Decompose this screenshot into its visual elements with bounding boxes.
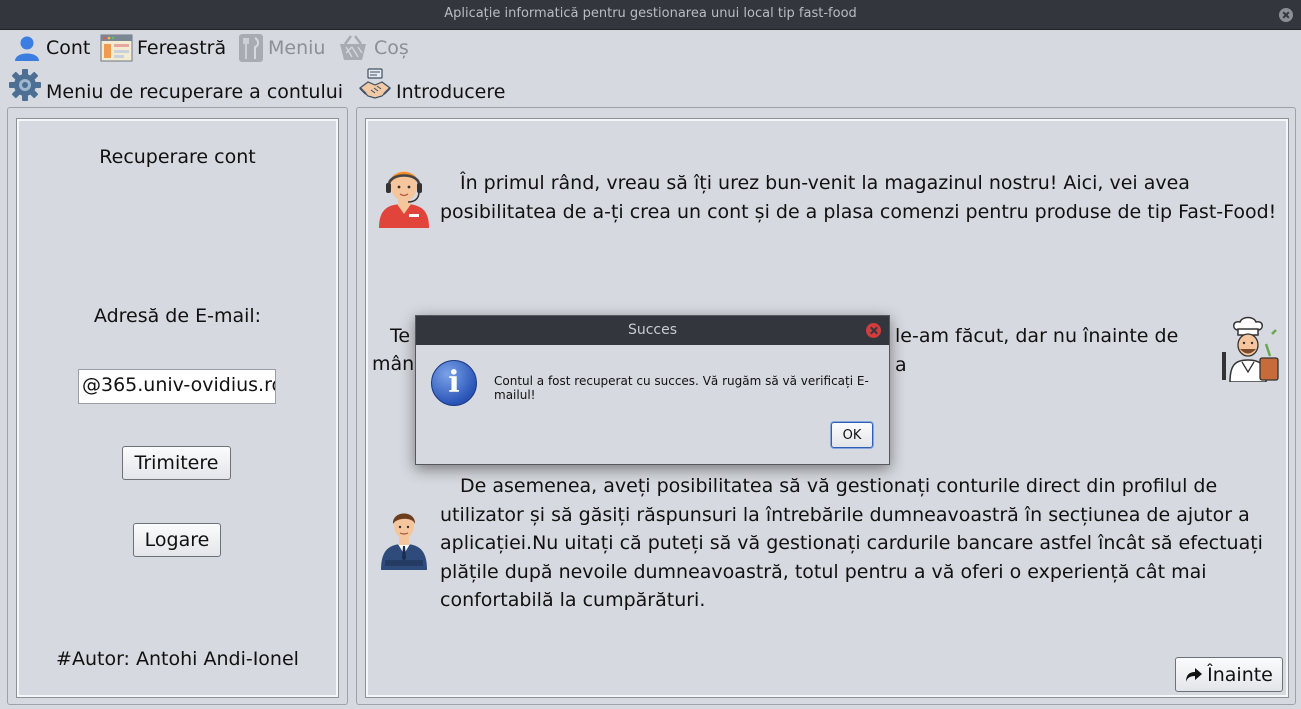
menu-cos[interactable]: Coș	[336, 33, 409, 63]
dialog-message: Contul a fost recuperat cu succes. Vă ru…	[494, 374, 869, 402]
intro-paragraph-1: În primul rând, vreau să îți urez bun-ve…	[440, 169, 1280, 226]
left-panel-title-label: Meniu de recuperare a contului	[46, 81, 344, 103]
success-dialog: Succes i Contul a fost recuperat cu succ…	[415, 315, 890, 465]
menu-fereastra[interactable]: Fereastră	[100, 33, 226, 63]
email-label: Adresă de E-mail:	[93, 305, 262, 327]
intro-paragraph-3: De asemenea, aveți posibilitatea să vă g…	[440, 472, 1280, 615]
email-input[interactable]: @365.univ-ovidius.ro	[78, 369, 276, 404]
menu-cont-label: Cont	[46, 37, 91, 59]
dialog-ok-button[interactable]: OK	[831, 422, 873, 448]
window-icon	[100, 34, 133, 62]
window-close-button[interactable]	[1279, 8, 1293, 22]
dialog-close-button[interactable]	[866, 323, 881, 338]
dialog-title: Succes	[416, 316, 889, 345]
chef-icon	[1222, 316, 1279, 382]
next-button[interactable]: Înainte	[1175, 657, 1283, 692]
menu-fereastra-label: Fereastră	[137, 37, 227, 59]
user-icon	[15, 36, 39, 61]
businessman-icon	[381, 513, 427, 570]
submit-button[interactable]: Trimitere	[122, 446, 231, 480]
window-titlebar: Aplicație informatică pentru gestionarea…	[0, 0, 1301, 30]
cutlery-icon	[239, 34, 263, 62]
menu-cos-label: Coș	[374, 37, 409, 59]
menu-meniu[interactable]: Meniu	[238, 33, 325, 63]
share-arrow-icon	[1186, 667, 1203, 682]
menubar: Cont Fereastră Meniu Coș	[0, 31, 1301, 65]
next-button-label: Înainte	[1207, 663, 1273, 686]
login-button[interactable]: Logare	[133, 523, 221, 557]
author-label: #Autor: Antohi Andi-Ionel	[56, 648, 299, 670]
menu-meniu-label: Meniu	[268, 37, 326, 59]
intro-paragraph-3-text: De asemenea, aveți posibilitatea să vă g…	[440, 475, 1263, 611]
basket-icon	[340, 35, 366, 60]
menu-cont[interactable]: Cont	[12, 33, 90, 63]
right-panel-title: Introducere	[358, 67, 505, 103]
recovery-form	[16, 118, 339, 698]
gear-icon	[9, 69, 41, 101]
support-agent-icon	[379, 171, 429, 228]
info-icon: i	[431, 360, 477, 406]
right-panel-title-label: Introducere	[396, 81, 506, 103]
handshake-icon	[359, 68, 391, 99]
left-panel-title: Meniu de recuperare a contului	[8, 67, 343, 103]
intro-paragraph-2-end: le-am făcut, dar nu înainte de a	[895, 325, 1179, 376]
intro-paragraph-1-text: În primul rând, vreau să îți urez bun-ve…	[440, 172, 1277, 223]
window-title: Aplicație informatică pentru gestionarea…	[444, 6, 857, 21]
recovery-heading: Recuperare cont	[99, 146, 256, 168]
